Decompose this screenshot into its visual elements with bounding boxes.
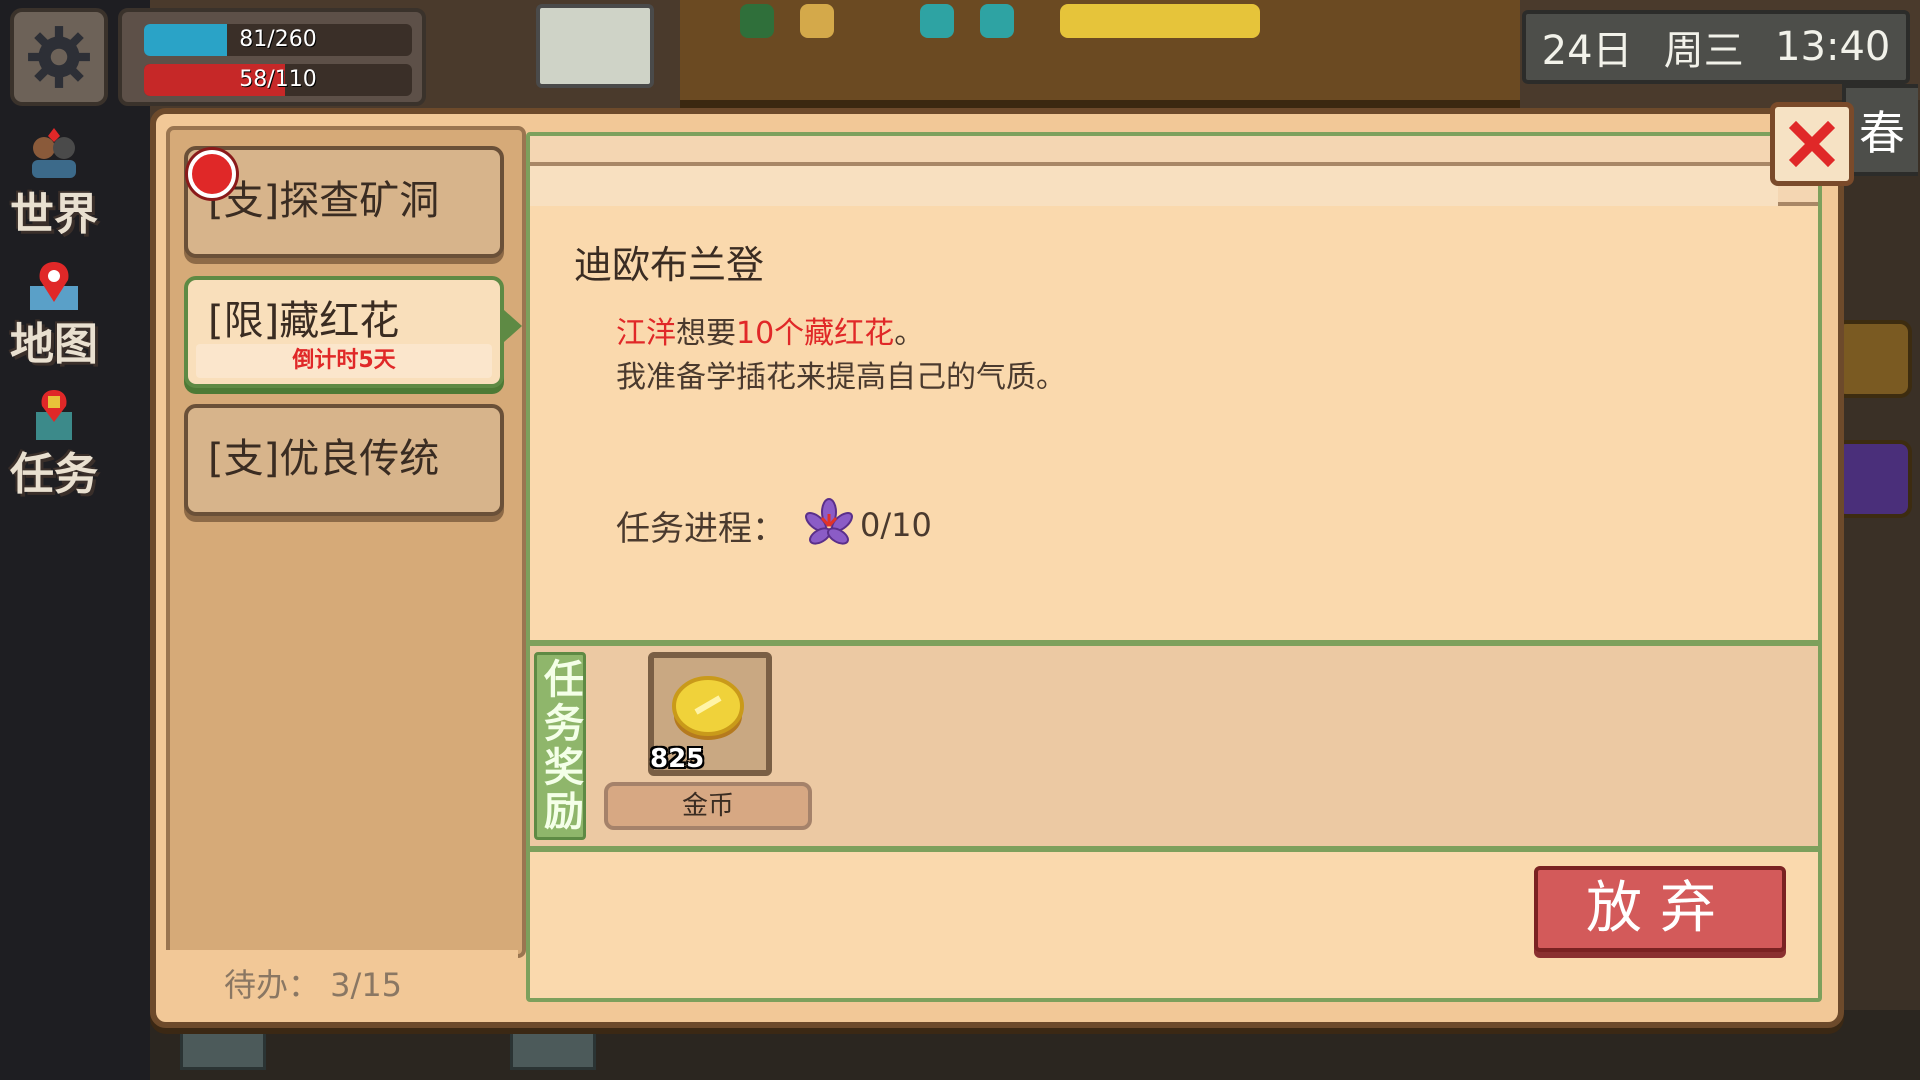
npc-name: 迪欧布兰登 (574, 243, 765, 287)
reward-name: 金币 (604, 782, 812, 830)
basket (1834, 320, 1912, 398)
shelf-jar (800, 4, 834, 38)
health-bar: 81/260 (144, 24, 412, 56)
progress-label: 任务进程： (616, 508, 786, 549)
todo-counter: 待办： 3/15 (166, 950, 518, 1010)
energy-bar: 58/110 (144, 64, 412, 96)
mini-map-thumbnail[interactable] (536, 4, 654, 88)
quest-dialog: [支]探查矿洞 [限]藏红花 倒计时5天 [支]优良传统 待办： 3/15 迪欧… (150, 108, 1844, 1028)
quests-label: 任务 (10, 449, 98, 500)
weekday: 周三 (1663, 28, 1744, 74)
quests-button[interactable]: 任务 (4, 380, 104, 510)
world-button[interactable]: 世界 (4, 120, 104, 250)
desc-period: 。 (894, 316, 925, 351)
quest-tab-title: [限]藏红花 (208, 298, 400, 344)
quest-tab-title: [支]优良传统 (208, 436, 440, 482)
map-pin-icon (30, 262, 78, 310)
description-line-2: 我准备学插花来提高自己的气质。 (616, 360, 1066, 395)
shelf-bottle (740, 4, 774, 38)
quest-scroll-icon (36, 390, 72, 440)
notification-dot (188, 150, 236, 198)
map-button[interactable]: 地图 (4, 250, 104, 380)
countdown-label: 倒计时5天 (196, 344, 492, 378)
description-line-1: 江洋想要10个藏红花。 (616, 312, 1066, 356)
world-label: 世界 (10, 189, 98, 240)
settings-button[interactable] (10, 8, 108, 106)
date-day: 24日 (1541, 28, 1633, 74)
todo-text: 待办： 3/15 (224, 966, 403, 1004)
header-ledge (530, 162, 1778, 206)
requester-name: 江洋 (616, 316, 676, 351)
abandon-button[interactable]: 放弃 (1534, 866, 1786, 952)
reward-item-slot[interactable]: 825 (648, 652, 772, 776)
basket (1834, 440, 1912, 518)
quest-tab-good-tradition[interactable]: [支]优良传统 (184, 404, 504, 516)
quest-progress: 任务进程： 0/10 (616, 498, 932, 552)
gold-coin-icon (672, 676, 744, 740)
people-icon (32, 128, 76, 178)
gear-icon (28, 26, 90, 88)
progress-count: 0/10 (860, 506, 932, 544)
health-text: 81/260 (239, 27, 317, 52)
reward-section-label: 任务奖励 (534, 652, 586, 840)
quest-tab-saffron[interactable]: [限]藏红花 倒计时5天 (184, 276, 522, 388)
quest-list-panel: [支]探查矿洞 [限]藏红花 倒计时5天 [支]优良传统 (166, 126, 526, 958)
goods-shelf (680, 0, 1520, 108)
required-item: 10个藏红花 (736, 316, 895, 351)
energy-text: 58/110 (239, 67, 317, 92)
detail-header (530, 136, 1818, 206)
side-navigation: 世界 地图 任务 (4, 120, 104, 510)
desc-wants: 想要 (676, 316, 736, 351)
map-label: 地图 (10, 319, 98, 370)
quest-detail-panel: 迪欧布兰登 江洋想要10个藏红花。 我准备学插花来提高自己的气质。 任务进程： … (526, 132, 1822, 1002)
selected-arrow-icon (504, 310, 522, 342)
quest-description: 江洋想要10个藏红花。 我准备学插花来提高自己的气质。 (616, 312, 1066, 400)
clock-time: 13:40 (1775, 24, 1891, 70)
reward-section: 任务奖励 825 金币 (530, 640, 1818, 852)
date-time-display: 24日 周三 13:40 (1522, 10, 1910, 84)
shelf-bowl (980, 4, 1014, 38)
quest-tab-title: [支]探查矿洞 (208, 178, 440, 224)
floor-tile (180, 1024, 266, 1070)
close-button[interactable] (1770, 102, 1854, 186)
saffron-flower-icon (805, 498, 853, 545)
reward-amount: 825 (650, 744, 705, 774)
status-bars: 81/260 58/110 (118, 8, 426, 106)
shelf-corn (1060, 4, 1260, 38)
close-icon (1788, 120, 1836, 168)
floor-tile (510, 1024, 596, 1070)
shelf-bowl (920, 4, 954, 38)
